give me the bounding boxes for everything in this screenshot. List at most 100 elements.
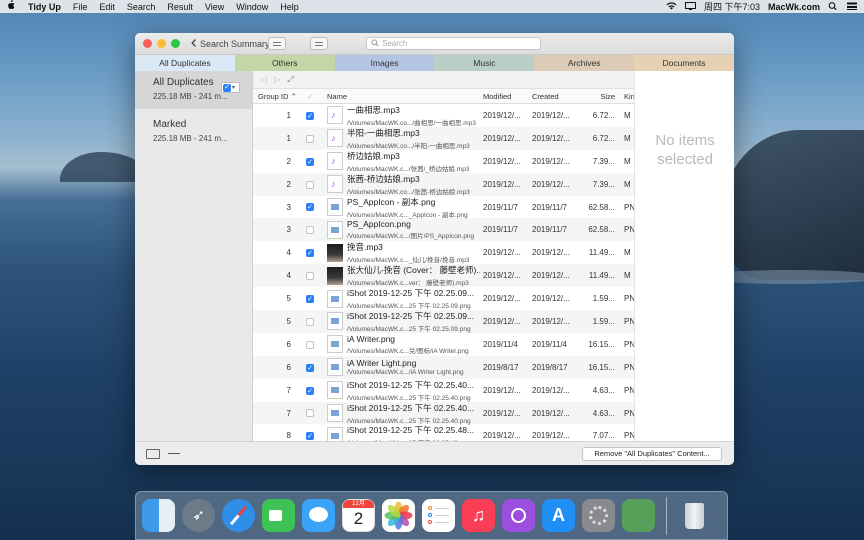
- table-row[interactable]: 6 iA Writer.png/Volumes/MacWK.c...兑/图标/iA…: [253, 332, 634, 356]
- mark-all-dropdown[interactable]: ✓ ▾: [221, 82, 240, 93]
- app-store-icon[interactable]: A: [542, 499, 575, 532]
- wifi-icon[interactable]: [666, 1, 677, 12]
- row-checkbox[interactable]: [297, 409, 323, 418]
- table-row[interactable]: 4 张大仙儿-挽音 (Cover： 藤壁老师)... /Volumes/MacWK.…: [253, 264, 634, 287]
- finder-icon[interactable]: [142, 499, 175, 532]
- table-row[interactable]: 7 iShot 2019-12-25 下午 02.25.40... /Volumes…: [253, 401, 634, 425]
- fullscreen-icon[interactable]: ⤢: [287, 75, 293, 85]
- table-row[interactable]: 8 ✓ iShot 2019-12-25 下午 02.25.48.../Volume…: [253, 424, 634, 441]
- table-row[interactable]: 5 iShot 2019-12-25 下午 02.25.09... /Volumes…: [253, 310, 634, 333]
- row-checkbox[interactable]: ✓: [297, 111, 323, 120]
- messages-icon[interactable]: [302, 499, 335, 532]
- column-modified[interactable]: Modified: [480, 92, 529, 101]
- expand-icon[interactable]: ▷: [274, 75, 280, 84]
- remove-icon[interactable]: [168, 453, 180, 454]
- table-row[interactable]: 6 ✓ iA Writer Light.png/Volumes/MacWK.c...…: [253, 355, 634, 379]
- menu-help[interactable]: Help: [280, 2, 299, 12]
- apple-menu-icon[interactable]: [6, 0, 16, 13]
- tab-archives[interactable]: Archives: [534, 55, 635, 71]
- column-size[interactable]: Size: [576, 92, 621, 101]
- display-icon[interactable]: [684, 1, 696, 12]
- podcasts-icon[interactable]: [502, 499, 535, 532]
- zoom-window-button[interactable]: [171, 39, 180, 48]
- row-checkbox[interactable]: ✓: [297, 363, 323, 372]
- tab-others[interactable]: Others: [234, 55, 335, 71]
- row-checkbox[interactable]: ✓: [297, 294, 323, 303]
- safari-icon[interactable]: [222, 499, 255, 532]
- column-check[interactable]: ✓: [297, 92, 323, 101]
- trash-icon[interactable]: [678, 499, 711, 532]
- system-preferences-icon[interactable]: [582, 499, 615, 532]
- tab-all-duplicates[interactable]: All Duplicates: [135, 55, 235, 71]
- column-name[interactable]: Name: [323, 92, 480, 101]
- reminders-icon[interactable]: [422, 499, 455, 532]
- row-checkbox[interactable]: ✓: [297, 431, 323, 441]
- row-size: 1.59...: [592, 316, 615, 326]
- row-name: iShot 2019-12-25 下午 02.25.09... /Volumes/…: [323, 287, 480, 310]
- row-checkbox[interactable]: [297, 225, 323, 235]
- menu-result[interactable]: Result: [167, 2, 193, 12]
- sidebar-item-marked[interactable]: Marked 225.18 MB - 241 m...: [135, 113, 252, 151]
- row-checkbox[interactable]: [297, 340, 323, 349]
- reminders-lines-glyph: [422, 499, 455, 534]
- remove-content-button[interactable]: Remove "All Duplicates" Content...: [582, 447, 722, 461]
- facetime-icon[interactable]: [262, 499, 295, 532]
- column-kind[interactable]: Kin: [621, 92, 634, 101]
- row-checkbox[interactable]: [297, 180, 323, 189]
- table-row[interactable]: 3 PS_AppIcon.png/Volumes/MacWK.c.../图片/PS…: [253, 218, 634, 242]
- row-modified: 2019/8/17: [483, 362, 519, 372]
- sidebar-item-all-duplicates[interactable]: All Duplicates 225.18 MB - 241 m... ✓ ▾: [135, 71, 252, 109]
- back-button[interactable]: Search Summary: [191, 39, 270, 49]
- table-row[interactable]: 1 ✓ 一曲相思.mp3/Volumes/MacWK.co.../曲相思/一曲相思.…: [253, 104, 634, 127]
- calendar-icon[interactable]: 12月 2: [342, 499, 375, 532]
- tab-documents[interactable]: Documents: [634, 55, 734, 71]
- table-row[interactable]: 5 ✓ iShot 2019-12-25 下午 02.25.09... /Volume…: [253, 287, 634, 310]
- row-checkbox[interactable]: ✓: [297, 157, 323, 166]
- tidy-up-icon[interactable]: [622, 499, 655, 532]
- table-row[interactable]: 2 张茜-桥边姑娘.mp3/Volumes/MacWK.co.../张茜-桥边姑娘…: [253, 172, 634, 196]
- sort-ascending-icon: ⌃: [290, 91, 297, 101]
- row-checkbox[interactable]: ✓: [297, 248, 323, 258]
- list-view-button[interactable]: [268, 37, 286, 50]
- minimize-window-button[interactable]: [157, 39, 166, 48]
- menu-view[interactable]: View: [205, 2, 224, 12]
- column-created[interactable]: Created: [529, 92, 576, 101]
- row-checkbox[interactable]: [297, 271, 323, 281]
- menu-window[interactable]: Window: [236, 2, 268, 12]
- table-row[interactable]: 2 ✓ 桥边姑娘.mp3/Volumes/MacWK.c.../张茜/_桥边姑娘.m…: [253, 149, 634, 173]
- row-checkbox[interactable]: ✓: [297, 386, 323, 395]
- image-file-icon: [327, 220, 343, 239]
- collapse-icon[interactable]: ◁: [261, 75, 267, 84]
- table-row[interactable]: 7 ✓ iShot 2019-12-25 下午 02.25.40... /Volume…: [253, 378, 634, 402]
- close-window-button[interactable]: [143, 39, 152, 48]
- row-checkbox[interactable]: [297, 317, 323, 326]
- music-icon[interactable]: ♫: [462, 499, 495, 532]
- spotlight-icon[interactable]: [828, 1, 839, 12]
- menu-edit[interactable]: Edit: [99, 2, 115, 12]
- launchpad-icon[interactable]: ➶: [182, 499, 215, 532]
- tab-music[interactable]: Music: [434, 55, 535, 71]
- row-created: 2019/11/7: [532, 202, 567, 212]
- clock[interactable]: 周四 下午7:03: [704, 0, 760, 13]
- row-kind: PN: [624, 408, 634, 418]
- table-row[interactable]: 3 ✓ PS_AppIcon - 副本.png/Volumes/MacWK.c...…: [253, 195, 634, 219]
- app-menu[interactable]: Tidy Up: [28, 2, 61, 12]
- search-input[interactable]: Search: [366, 37, 541, 50]
- menu-file[interactable]: File: [73, 2, 88, 12]
- checkbox-icon: [306, 317, 314, 326]
- control-center-icon[interactable]: [847, 2, 858, 12]
- table-row[interactable]: 4 ✓ 挽音.mp3/Volumes/MacWK.c..._仙儿/挽音/挽音.mp3…: [253, 241, 634, 264]
- row-created: 2019/12/...: [532, 316, 570, 326]
- gear-glyph: [589, 506, 608, 525]
- row-checkbox[interactable]: [297, 134, 323, 143]
- checkbox-icon: [306, 180, 314, 189]
- photos-icon[interactable]: [382, 499, 415, 532]
- table-row[interactable]: 1 半阳-一曲相思.mp3/Volumes/MacWK.co.../半阳-一曲相思…: [253, 126, 634, 150]
- sidebar-toggle-icon[interactable]: [146, 449, 160, 459]
- menu-search[interactable]: Search: [127, 2, 156, 12]
- row-name: iShot 2019-12-25 下午 02.25.09... /Volumes/…: [323, 310, 480, 333]
- column-group-id[interactable]: Group ID ⌃: [253, 92, 297, 101]
- detail-view-button[interactable]: [310, 37, 328, 50]
- row-checkbox[interactable]: ✓: [297, 203, 323, 212]
- tab-images[interactable]: Images: [334, 55, 435, 71]
